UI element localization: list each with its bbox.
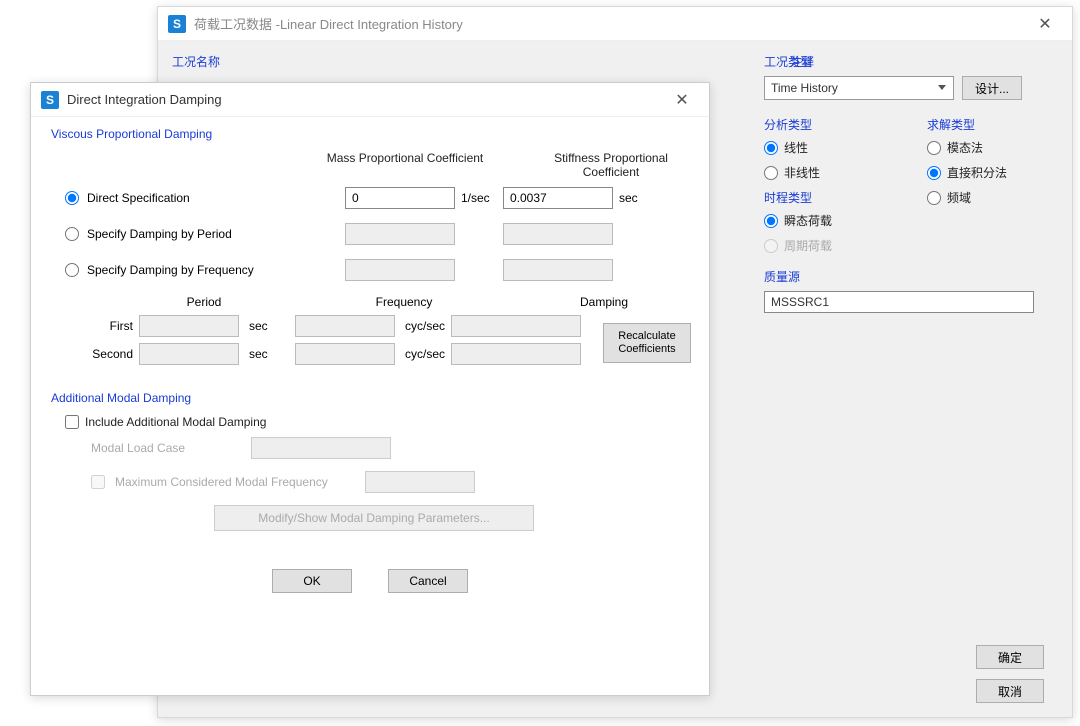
second-damping [451, 343, 581, 365]
recalculate-button[interactable]: Recalculate Coefficients [603, 323, 691, 363]
checkbox-max-freq [91, 475, 105, 489]
case-type-select-wrap: Time History [764, 76, 954, 100]
unit-mass: 1/sec [455, 191, 503, 205]
app-icon: S [168, 15, 186, 33]
radio-freq-domain[interactable]: 频域 [927, 189, 1058, 206]
label-case-name: 工况名称 [172, 53, 440, 70]
radio-transient[interactable]: 瞬态荷载 [764, 212, 895, 229]
modal-case-field [251, 437, 391, 459]
section-vpd: Viscous Proportional Damping [51, 127, 212, 141]
radio-by-period[interactable]: Specify Damping by Period [65, 227, 345, 241]
stiff-coef-input[interactable] [503, 187, 613, 209]
radio-nonlinear[interactable]: 非线性 [764, 164, 895, 181]
second-frequency [295, 343, 395, 365]
label-modal-case: Modal Load Case [91, 441, 241, 455]
radio-by-frequency[interactable]: Specify Damping by Frequency [65, 263, 345, 277]
radio-linear[interactable]: 线性 [764, 139, 895, 156]
ok-button[interactable]: OK [272, 569, 352, 593]
back-ok-button[interactable]: 确定 [976, 645, 1044, 669]
section-amd: Additional Modal Damping [51, 391, 191, 405]
back-titlebar: S 荷载工况数据 -Linear Direct Integration Hist… [158, 7, 1072, 41]
case-type-select[interactable]: Time History [764, 76, 954, 100]
radio-direct-spec[interactable]: Direct Specification [65, 191, 345, 205]
label-max-freq: Maximum Considered Modal Frequency [115, 475, 355, 489]
max-freq-field [365, 471, 475, 493]
second-period [139, 343, 239, 365]
cancel-button[interactable]: Cancel [388, 569, 468, 593]
col-damping: Damping [549, 295, 659, 309]
first-frequency [295, 315, 395, 337]
front-titlebar: S Direct Integration Damping ✕ [31, 83, 709, 117]
col-period: Period [149, 295, 259, 309]
header-mass-coef: Mass Proportional Coefficient [325, 151, 485, 179]
radio-modal[interactable]: 模态法 [927, 139, 1058, 156]
first-period [139, 315, 239, 337]
radio-periodic: 周期荷载 [764, 237, 895, 254]
label-history-type: 时程类型 [764, 189, 895, 206]
row-first-label: First [75, 319, 133, 333]
col-frequency: Frequency [349, 295, 459, 309]
app-icon: S [41, 91, 59, 109]
unit-stiff: sec [613, 191, 661, 205]
mass-freq-input [345, 259, 455, 281]
stiff-period-input [503, 223, 613, 245]
header-stiff-coef: Stiffness Proportional Coefficient [531, 151, 691, 179]
label-analysis-type: 分析类型 [764, 116, 895, 133]
mass-coef-input[interactable] [345, 187, 455, 209]
damping-dialog: S Direct Integration Damping ✕ Viscous P… [30, 82, 710, 696]
mass-period-input [345, 223, 455, 245]
label-solve-type: 求解类型 [927, 116, 1058, 133]
back-cancel-button[interactable]: 取消 [976, 679, 1044, 703]
first-damping [451, 315, 581, 337]
checkbox-include-amd[interactable]: Include Additional Modal Damping [65, 415, 683, 429]
close-icon[interactable]: ✕ [665, 88, 699, 112]
back-title: 荷载工况数据 -Linear Direct Integration Histor… [194, 14, 463, 33]
mass-source-field[interactable] [764, 291, 1034, 313]
stiff-freq-input [503, 259, 613, 281]
front-title: Direct Integration Damping [67, 92, 222, 107]
modify-damping-button: Modify/Show Modal Damping Parameters... [214, 505, 534, 531]
design-button[interactable]: 设计... [962, 76, 1022, 100]
close-icon[interactable]: ✕ [1028, 12, 1062, 36]
row-second-label: Second [75, 347, 133, 361]
radio-direct-integration[interactable]: 直接积分法 [927, 164, 1058, 181]
label-case-type: 工况类型 [764, 53, 1058, 70]
label-mass-source: 质量源 [764, 268, 1058, 285]
